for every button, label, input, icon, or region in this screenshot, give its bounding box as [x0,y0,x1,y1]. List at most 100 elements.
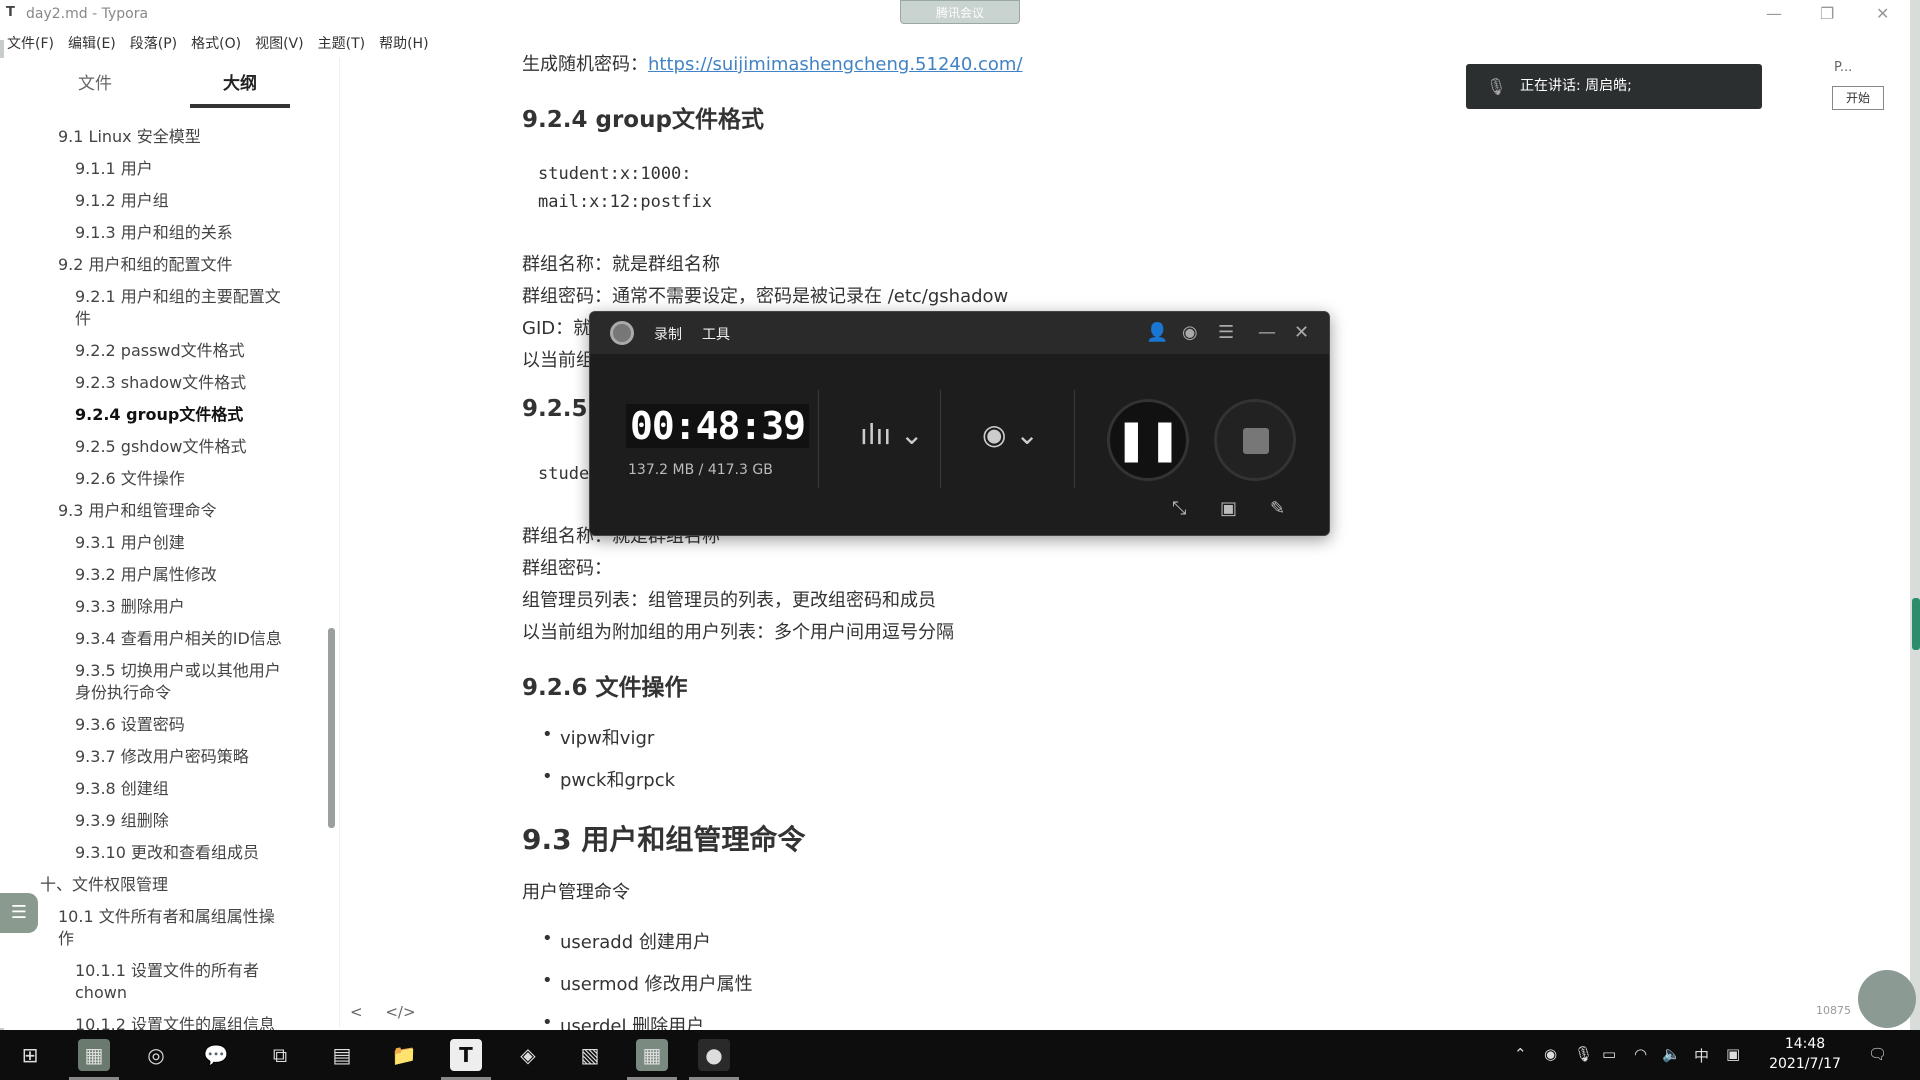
outline-item[interactable]: 9.3.10 更改和查看组成员 [75,842,259,864]
start-button[interactable]: 开始 [1832,86,1884,110]
restore-button[interactable]: ❐ [1820,4,1834,23]
menu-format[interactable]: 格式(O) [184,30,248,56]
outline-item[interactable]: 9.3.4 查看用户相关的ID信息 [75,628,282,650]
menu-bar: 文件(F) 编辑(E) 段落(P) 格式(O) 视图(V) 主题(T) 帮助(H… [0,30,436,56]
storage-usage: 137.2 MB / 417.3 GB [628,462,773,478]
random-password-link[interactable]: https://suijimimashengcheng.51240.com/ [648,54,1023,75]
outline-item[interactable]: 9.2.3 shadow文件格式 [75,372,246,394]
app-icon[interactable]: ▤ [326,1039,358,1071]
minimize-icon[interactable]: — [1258,322,1276,343]
webcam-icon[interactable]: ◉ ⌄ [982,418,1039,451]
taskbar-clock[interactable]: 14:48 2021/7/17 [1760,1034,1850,1074]
chat-icon[interactable]: ◉ [1182,322,1198,343]
pause-button[interactable]: ❚❚ [1107,399,1189,481]
tab-record[interactable]: 录制 [654,324,682,344]
source-code-icon[interactable]: </> [385,1003,415,1021]
meeting-tab[interactable]: 腾讯会议 [900,0,1020,24]
menu-view[interactable]: 视图(V) [248,30,311,56]
outline-item[interactable]: 10.1.1 设置文件的所有者 [75,960,259,982]
outline-item-active[interactable]: 9.2.4 group文件格式 [75,404,243,426]
tab-outline[interactable]: 大纲 [190,68,290,108]
code-line: stude [538,464,590,484]
speaking-notice: 🎙 正在讲话: 周启皓; [1466,64,1762,109]
outline-item[interactable]: 十、文件权限管理 [40,874,168,896]
code-line: mail:x:12:postfix [538,192,712,212]
outline-item-cont[interactable]: chown [75,982,127,1004]
outline-item[interactable]: 9.3 用户和组管理命令 [58,500,217,522]
wechat-icon[interactable]: 💬 [200,1039,232,1071]
volume-icon[interactable]: 🔈 [1662,1045,1681,1063]
sidebar-scrollbar[interactable] [328,628,335,828]
minimize-button[interactable]: — [1766,4,1782,23]
fullscreen-icon[interactable]: ⤡ [1172,498,1186,519]
user-icon[interactable]: 👤 [1146,322,1168,343]
outline-item[interactable]: 9.1 Linux 安全模型 [58,126,201,148]
outline-item[interactable]: 9.2.6 文件操作 [75,468,185,490]
outline-item[interactable]: 9.3.8 创建组 [75,778,169,800]
paragraph: 组管理员列表：组管理员的列表，更改组密码和成员 [522,590,936,611]
menu-file[interactable]: 文件(F) [0,30,61,56]
outline-item[interactable]: 9.1.1 用户 [75,158,153,180]
back-icon[interactable]: < [350,1003,363,1021]
floating-avatar[interactable] [1858,970,1916,1028]
window-manager-icon[interactable]: ⧉ [264,1039,296,1071]
outline-item-cont[interactable]: 件 [75,308,91,330]
pen-icon[interactable]: ✎ [1270,498,1285,519]
outline-item[interactable]: 9.3.1 用户创建 [75,532,185,554]
tray-app-icon[interactable]: ◉ [1544,1045,1557,1063]
outline-item[interactable]: 9.1.3 用户和组的关系 [75,222,233,244]
typora-icon[interactable]: T [450,1039,482,1071]
outline-item[interactable]: 9.3.3 删除用户 [75,596,185,618]
chevron-up-icon[interactable]: ⌃ [1514,1045,1527,1063]
recorder-logo-icon [610,321,634,345]
stop-button[interactable] [1214,399,1296,481]
microphone-icon[interactable]: ılıı ⌄ [860,418,923,451]
app-icon[interactable]: ▦ [78,1039,110,1071]
battery-icon[interactable]: ▭ [1602,1045,1616,1063]
outline-item[interactable]: 9.3.6 设置密码 [75,714,185,736]
outline-item[interactable]: 9.2.5 gshdow文件格式 [75,436,246,458]
right-scroll-handle[interactable] [1912,598,1920,650]
menu-paragraph[interactable]: 段落(P) [123,30,184,56]
list-item: pwck和grpck [542,766,675,792]
outline-item[interactable]: 9.3.7 修改用户密码策略 [75,746,249,768]
tab-files[interactable]: 文件 [45,68,145,108]
outline-item[interactable]: 9.3.2 用户属性修改 [75,564,217,586]
menu-icon[interactable]: ☰ [1218,322,1234,343]
random-password-line: 生成随机密码：https://suijimimashengcheng.51240… [522,50,1023,76]
notification-icon[interactable]: 🗨 [1868,1045,1887,1063]
outline-item-cont[interactable]: 作 [58,928,74,950]
floating-chat-icon[interactable]: ☰ [0,893,38,933]
microphone-icon: 🎙 [1486,77,1507,96]
tab-tools[interactable]: 工具 [702,324,730,344]
file-explorer-icon[interactable]: 📁 [388,1039,420,1071]
speaking-text: 正在讲话: 周启皓; [1520,78,1632,94]
outline-item[interactable]: 9.2.1 用户和组的主要配置文 [75,286,281,308]
windows-start-icon[interactable]: ⊞ [14,1039,46,1071]
recorder-taskbar-icon[interactable]: ● [698,1039,730,1071]
browser-icon[interactable]: ◎ [140,1039,172,1071]
outline-item[interactable]: 9.3.9 组删除 [75,810,169,832]
app-icon[interactable]: ▦ [636,1039,668,1071]
camera-snapshot-icon[interactable]: ▣ [1220,498,1237,519]
microphone-icon[interactable]: 🎙 [1574,1045,1593,1063]
sidebar-footer: < </> [350,1003,434,1021]
sidebar-tabs: 文件 大纲 [0,68,340,108]
outline-item[interactable]: 10.1 文件所有者和属组属性操 [58,906,275,928]
outline-item[interactable]: 9.1.2 用户组 [75,190,169,212]
outline-item[interactable]: 9.3.5 切换用户或以其他用户 [75,660,281,682]
outline-item[interactable]: 9.2 用户和组的配置文件 [58,254,233,276]
menu-theme[interactable]: 主题(T) [311,30,372,56]
menu-edit[interactable]: 编辑(E) [61,30,123,56]
input-language[interactable]: 中 [1694,1045,1709,1066]
outline-item-cont[interactable]: 身份执行命令 [75,682,171,704]
close-icon[interactable]: ✕ [1294,322,1309,343]
app-icon[interactable]: ◈ [512,1039,544,1071]
outline-item[interactable]: 9.2.2 passwd文件格式 [75,340,245,362]
menu-help[interactable]: 帮助(H) [372,30,435,56]
tray-app-icon[interactable]: ▣ [1726,1045,1740,1063]
wifi-icon[interactable]: ◠ [1634,1045,1647,1063]
screen-recorder-panel[interactable]: 录制 工具 👤 ◉ ☰ — ✕ 00:48:39 137.2 MB / 417.… [589,311,1330,536]
close-button[interactable]: ✕ [1876,4,1889,23]
app-icon[interactable]: ▧ [574,1039,606,1071]
